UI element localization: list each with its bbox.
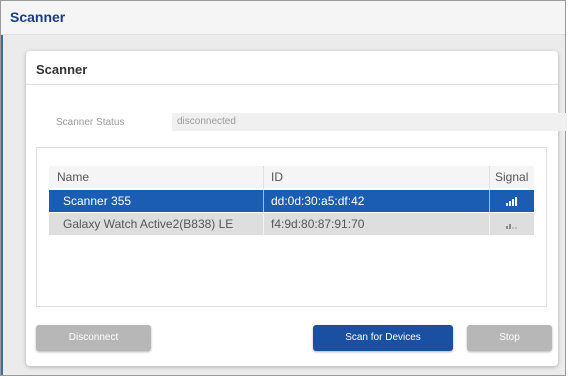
- card-header: Scanner: [26, 51, 558, 85]
- device-name: Galaxy Watch Active2(B838) LE: [63, 217, 234, 231]
- column-divider: [263, 213, 264, 235]
- signal-strength-icon: [489, 213, 534, 235]
- device-name: Scanner 355: [63, 194, 132, 208]
- signal-bars: [506, 220, 517, 229]
- scan-for-devices-button[interactable]: Scan for Devices: [313, 325, 453, 351]
- device-id: dd:0d:30:a5:df:42: [271, 194, 365, 208]
- scanner-app-window: Scanner Scanner Scanner Status disconnec…: [0, 0, 567, 376]
- scanner-status-label: Scanner Status: [56, 117, 125, 128]
- card-title: Scanner: [36, 62, 88, 77]
- app-header: Scanner: [1, 1, 565, 35]
- disconnect-button[interactable]: Disconnect: [36, 325, 151, 351]
- column-header-id[interactable]: ID: [271, 166, 283, 188]
- column-divider: [489, 166, 490, 188]
- scanner-card: Scanner Scanner Status disconnected Name…: [26, 51, 567, 366]
- signal-strength-icon: [489, 190, 534, 212]
- device-table-header: Name ID Signal: [49, 166, 534, 188]
- app-title: Scanner: [10, 9, 66, 25]
- signal-bars: [506, 196, 517, 206]
- column-divider: [263, 190, 264, 212]
- device-list-panel: Name ID Signal Scanner 355 dd:0d:30:a5:d…: [36, 147, 547, 307]
- column-header-signal[interactable]: Signal: [495, 166, 528, 188]
- device-id: f4:9d:80:87:91:70: [271, 217, 365, 231]
- device-row[interactable]: Galaxy Watch Active2(B838) LE f4:9d:80:8…: [49, 213, 534, 235]
- column-header-name[interactable]: Name: [57, 166, 89, 188]
- device-row-selected[interactable]: Scanner 355 dd:0d:30:a5:df:42: [49, 190, 534, 212]
- column-divider: [263, 166, 264, 188]
- scanner-status-field: disconnected: [172, 113, 567, 131]
- left-accent-bar: [1, 35, 3, 375]
- stop-button[interactable]: Stop: [467, 325, 552, 351]
